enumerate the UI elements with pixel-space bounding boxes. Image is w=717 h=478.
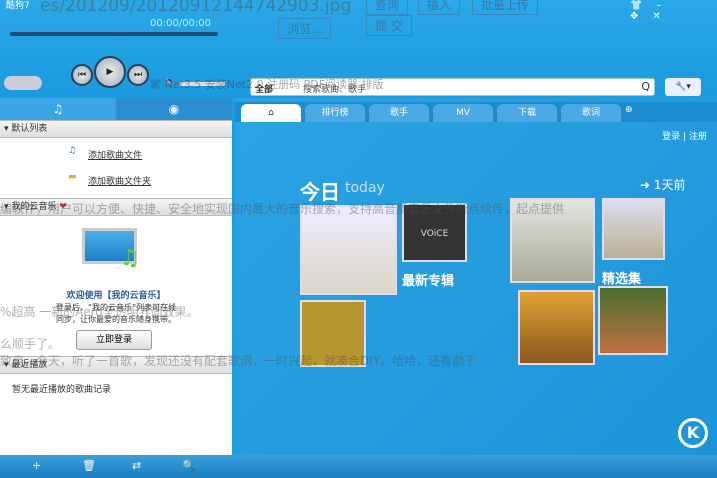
- ghost-insert-button: 插入: [418, 0, 461, 15]
- ghost-submit-button: 提 交: [366, 15, 412, 36]
- section-label: 默认列表: [11, 124, 48, 134]
- bottom-toolbar: + 🗑 ⇄ 🔍: [0, 455, 717, 478]
- days-ago-label: 1天前: [653, 178, 686, 192]
- register-link[interactable]: 注册: [689, 132, 707, 142]
- ghost-path: es/201209/20120912144742903.jpg: [40, 0, 352, 16]
- days-ago-button[interactable]: ➜ 1天前: [640, 176, 686, 193]
- separator: |: [683, 132, 687, 142]
- tools-button[interactable]: 🔧▾: [665, 78, 701, 96]
- music-note-icon: ♫: [68, 146, 77, 156]
- ghost-line-1: 家 Net3.5 安装Net2.0 注册码 PDF阅读器 排版: [150, 78, 384, 91]
- tab-charts[interactable]: 排行榜: [305, 104, 365, 122]
- album-cover-girl[interactable]: [602, 198, 665, 260]
- playlist-panel: ♫ ◉ ▾ 默认列表 ♫ 添加歌曲文件 ▬ 添加歌曲文件夹 ▾ 我的云音乐 ❤ …: [0, 98, 232, 455]
- today-subtitle: today: [345, 180, 385, 196]
- ghost-line-4: 么顺手了。: [0, 337, 61, 351]
- progress-bar[interactable]: [10, 32, 218, 36]
- album-cover-large[interactable]: [300, 205, 397, 295]
- play-button[interactable]: ▶: [94, 56, 126, 88]
- new-albums-label[interactable]: 最新专辑: [402, 270, 454, 289]
- cloud-welcome: 欢迎使用【我的云音乐】: [66, 291, 166, 301]
- previous-button[interactable]: ⏮: [71, 64, 93, 86]
- featured-label[interactable]: 精选集: [602, 268, 641, 287]
- add-folder-link[interactable]: 添加歌曲文件夹: [88, 174, 151, 187]
- album-text: VOiCE: [420, 229, 449, 239]
- ghost-browse-button: 浏览...: [278, 18, 332, 39]
- recent-empty: 暂无最近播放的歌曲记录: [12, 385, 112, 395]
- tab-home[interactable]: ⌂: [241, 104, 301, 122]
- add-tab-icon[interactable]: ⊕: [625, 105, 633, 122]
- sort-icon[interactable]: ⇄: [132, 459, 141, 472]
- search-icon[interactable]: 🔍: [182, 459, 196, 472]
- music-icon: ♫: [120, 246, 140, 271]
- ghost-upload-button: 批量上传: [472, 0, 539, 15]
- ghost-query-button: 查询: [366, 0, 409, 15]
- music-library-panel: ⌂ 排行榜 歌手 MV 下载 歌词 ⊕ 登录 | 注册 今日 today ➜ 1…: [235, 98, 717, 455]
- add-icon[interactable]: +: [32, 459, 41, 472]
- kugou-logo[interactable]: K: [678, 418, 708, 448]
- search-icon[interactable]: Q: [641, 80, 650, 93]
- tab-lyrics[interactable]: 歌词: [561, 104, 621, 122]
- ghost-line-3: %超高 一新的Aero全透明界面效果。: [0, 305, 199, 319]
- folder-icon: ▬: [68, 172, 77, 182]
- section-default-list[interactable]: ▾ 默认列表: [0, 120, 232, 138]
- window-title: 酷狗7: [6, 1, 30, 11]
- tab-playlist[interactable]: ♫: [0, 98, 116, 120]
- tab-mv[interactable]: MV: [433, 104, 493, 122]
- album-cover-park[interactable]: [598, 286, 668, 355]
- window-controls[interactable]: 👕–✥✕: [630, 0, 717, 22]
- ghost-line-2: 编软件，用户可以方便、快捷、安全地实现国内最大的音乐搜索，支持高音质音乐文件断点…: [0, 202, 565, 216]
- time-display: 00:00/00:00: [150, 18, 212, 29]
- tab-singers[interactable]: 歌手: [369, 104, 429, 122]
- add-file-link[interactable]: 添加歌曲文件: [88, 148, 142, 161]
- tab-other[interactable]: ◉: [116, 98, 232, 120]
- album-cover-autumn[interactable]: [518, 290, 595, 365]
- next-button[interactable]: ⏭: [127, 64, 149, 86]
- ghost-line-5: 致高。今天，听了一首歌，发现还没有配套歌词，一时兴起，就凑合DIY。哈哈，还有助…: [0, 354, 477, 368]
- delete-icon[interactable]: 🗑: [82, 459, 96, 472]
- login-link[interactable]: 登录: [662, 132, 680, 142]
- tab-download[interactable]: 下载: [497, 104, 557, 122]
- mode-toggle[interactable]: [4, 76, 42, 90]
- login-button[interactable]: 立即登录: [76, 330, 152, 350]
